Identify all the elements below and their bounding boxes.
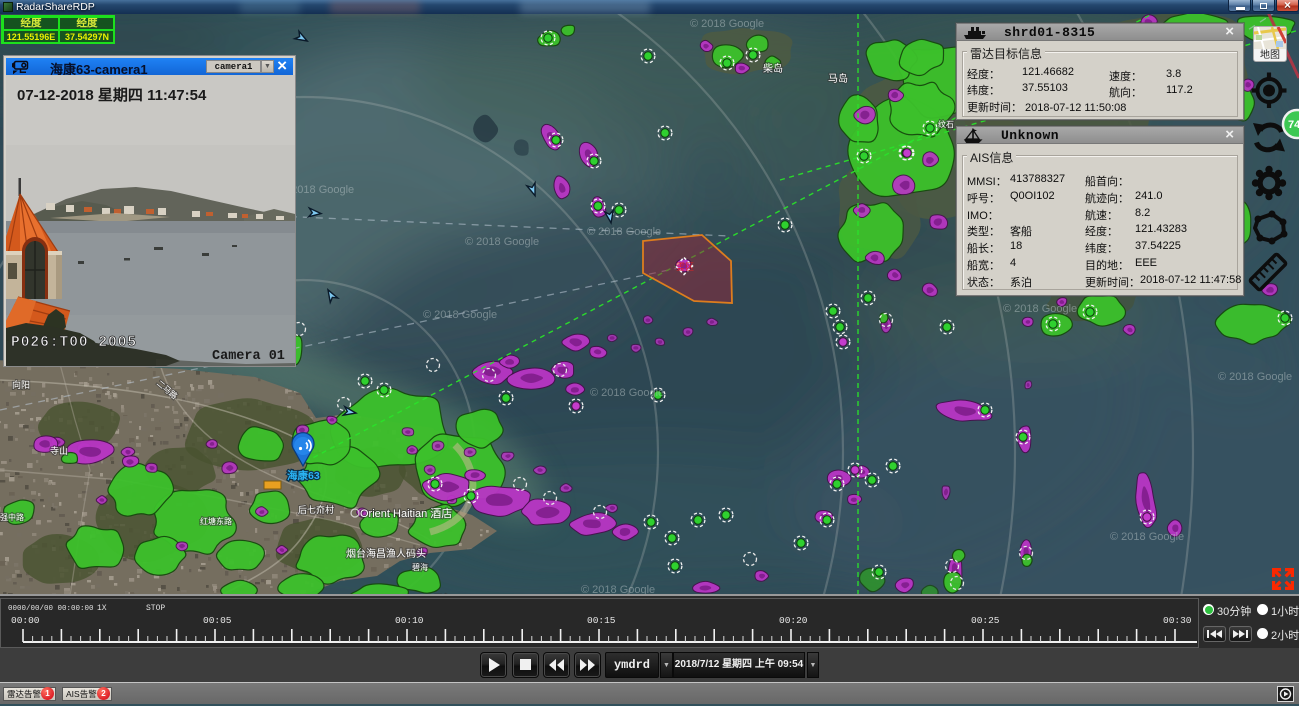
svg-text:霊区: 霊区 [676, 262, 694, 272]
svg-text:© 2018 Google: © 2018 Google [587, 226, 661, 238]
svg-text:74: 74 [1288, 119, 1299, 131]
svg-text:海康63: 海康63 [287, 469, 320, 482]
svg-text:地图: 地图 [1260, 48, 1280, 61]
svg-text:向阳: 向阳 [12, 379, 30, 390]
svg-text:Camera 01: Camera 01 [212, 349, 285, 364]
svg-text:00:10: 00:10 [395, 615, 424, 626]
svg-text:© 2018 Google: © 2018 Google [690, 18, 764, 30]
svg-text:烟台海昌渔人码头: 烟台海昌渔人码头 [346, 547, 426, 560]
svg-text:00:20: 00:20 [779, 615, 808, 626]
svg-text:00:05: 00:05 [203, 615, 232, 626]
svg-text:寺山: 寺山 [50, 446, 68, 456]
svg-text:00:15: 00:15 [587, 615, 616, 626]
svg-text:© 2018 Google: © 2018 Google [590, 387, 664, 399]
svg-text:00:00: 00:00 [11, 615, 40, 626]
svg-text:00:30: 00:30 [1163, 615, 1192, 626]
svg-text:© 2018 Google: © 2018 Google [1218, 371, 1292, 383]
svg-text:© 2018 Google: © 2018 Google [465, 236, 539, 248]
svg-text:柴岛: 柴岛 [763, 62, 783, 75]
svg-text:碧海: 碧海 [412, 562, 428, 572]
svg-text:0000/00/00 00:00:00: 0000/00/00 00:00:00 [8, 605, 94, 613]
svg-text:Orient Haitian 酒店: Orient Haitian 酒店 [360, 506, 452, 520]
svg-text:© 2018 Google: © 2018 Google [1110, 531, 1184, 543]
svg-text:马岛: 马岛 [828, 72, 848, 85]
svg-text:红塘东路: 红塘东路 [200, 516, 232, 526]
svg-text:© 2018 Google: © 2018 Google [1003, 303, 1077, 315]
svg-text:强中路: 强中路 [0, 512, 24, 522]
svg-text:00:25: 00:25 [971, 615, 1000, 626]
svg-text:07-12-2018 星期四 11:47:54: 07-12-2018 星期四 11:47:54 [17, 86, 207, 104]
svg-text:© 2018 Google: © 2018 Google [423, 309, 497, 321]
svg-text:P026:T00 2005: P026:T00 2005 [11, 335, 137, 351]
svg-text:后七夼村: 后七夼村 [298, 504, 334, 515]
svg-text:STOP: STOP [146, 604, 165, 613]
svg-text:1X: 1X [97, 604, 107, 613]
svg-text:纹石: 纹石 [938, 119, 954, 129]
